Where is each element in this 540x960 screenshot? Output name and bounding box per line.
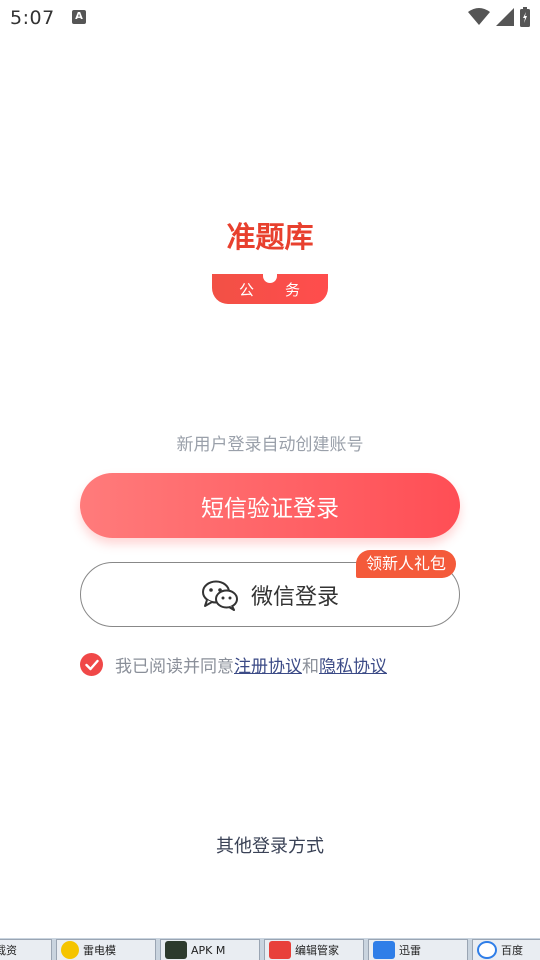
other-login-methods[interactable]: 其他登录方式: [0, 832, 540, 858]
privacy-agreement-link[interactable]: 隐私协议: [319, 657, 387, 677]
agreement-row: 我已阅读并同意注册协议和隐私协议: [80, 652, 387, 677]
agree-checkbox[interactable]: [80, 653, 103, 676]
logo-title: 准题库: [226, 220, 314, 254]
register-hint: 新用户登录自动创建账号: [176, 435, 364, 455]
xunlei-icon: [373, 941, 395, 959]
sms-login-button[interactable]: 短信验证登录: [80, 473, 460, 538]
taskbar-label: 迅雷: [399, 944, 421, 957]
taskbar-label: 雷电模: [83, 944, 116, 957]
taskbar-label: 编辑管家: [295, 944, 339, 957]
taskbar-item[interactable]: 雷电模: [56, 939, 156, 960]
android-icon: [165, 941, 187, 959]
signal-icon: [496, 8, 514, 26]
tag-left-text: 公: [239, 281, 255, 299]
tag-right-text: 务: [285, 281, 301, 299]
wifi-icon: [468, 8, 490, 25]
wechat-login-label: 微信登录: [250, 584, 339, 610]
taskbar-item[interactable]: 载资: [0, 939, 52, 960]
taskbar-item[interactable]: 编辑管家: [264, 939, 364, 960]
status-icons: [468, 7, 530, 27]
agreement-prefix: 我已阅读并同意: [115, 657, 234, 677]
taskbar-item[interactable]: 百度: [472, 939, 540, 960]
red-app-icon: [269, 941, 291, 959]
taskbar-item[interactable]: 迅雷: [368, 939, 468, 960]
check-icon: [84, 659, 99, 670]
taskbar: 载资 雷电模 APK M 编辑管家 迅雷 百度: [0, 938, 540, 960]
app-logo: 准题库: [0, 214, 540, 256]
gift-badge: 领新人礼包: [356, 550, 457, 578]
status-bar: 5:07 A: [0, 0, 540, 36]
cloud-icon: [477, 941, 497, 959]
taskbar-item[interactable]: APK M: [160, 939, 260, 960]
taskbar-label: APK M: [191, 943, 226, 957]
wechat-icon: [201, 580, 238, 611]
register-agreement-link[interactable]: 注册协议: [234, 657, 302, 677]
ldplayer-icon: [61, 941, 79, 959]
agreement-and: 和: [302, 657, 319, 677]
status-time: 5:07: [10, 7, 55, 29]
taskbar-label: 百度: [501, 944, 523, 957]
battery-icon: [520, 7, 530, 27]
taskbar-label: 载资: [0, 944, 17, 957]
category-tag: 公 务: [212, 274, 328, 304]
notification-icon: A: [72, 10, 86, 24]
tag-notch: [263, 274, 277, 283]
agreement-text: 我已阅读并同意注册协议和隐私协议: [115, 652, 387, 677]
